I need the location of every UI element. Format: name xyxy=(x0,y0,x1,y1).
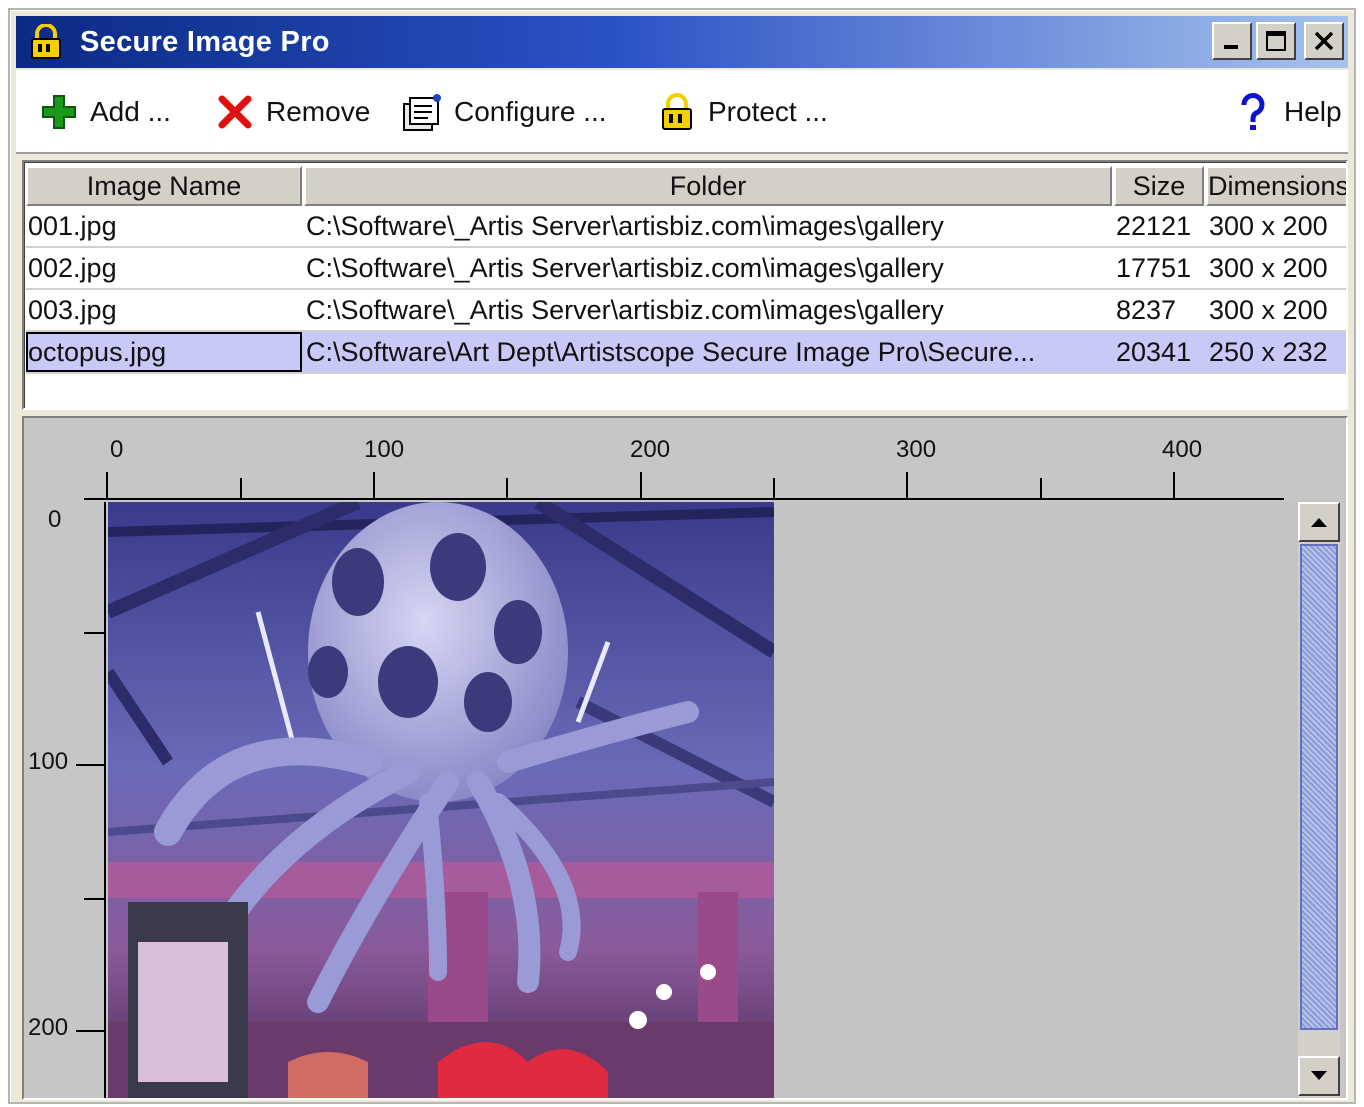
ruler-label: 0 xyxy=(110,436,124,463)
cell-size: 22121 xyxy=(1116,211,1192,241)
maximize-icon xyxy=(1266,31,1286,51)
plus-icon xyxy=(38,91,80,133)
cell-size: 20341 xyxy=(1116,337,1192,367)
ruler-tick xyxy=(640,472,642,500)
scroll-down-button[interactable] xyxy=(1298,1056,1340,1096)
ruler-tick xyxy=(240,478,242,500)
cell-dimensions: 250 x 232 xyxy=(1209,337,1328,367)
window-title: Secure Image Pro xyxy=(80,25,330,58)
cell-dimensions: 300 x 200 xyxy=(1209,253,1328,283)
x-icon xyxy=(214,91,256,133)
arrow-down-icon xyxy=(1311,1071,1327,1080)
ruler-tick xyxy=(1173,472,1175,500)
ruler-label: 200 xyxy=(630,436,671,463)
octopus-image[interactable] xyxy=(108,502,774,1098)
cell-folder: C:\Software\_Artis Server\artisbiz.com\i… xyxy=(306,211,944,241)
cell-folder: C:\Software\Art Dept\Artistscope Secure … xyxy=(306,337,1036,367)
table-row-selected[interactable]: octopus.jpg C:\Software\Art Dept\Artists… xyxy=(26,332,1346,374)
table-row[interactable]: 003.jpg C:\Software\_Artis Server\artisb… xyxy=(26,290,1346,332)
ruler-tick xyxy=(84,898,106,900)
close-button[interactable] xyxy=(1304,22,1344,60)
cell-size: 8237 xyxy=(1116,295,1177,325)
app-window: Secure Image Pro Add ... Remove Configur… xyxy=(8,8,1356,1104)
image-preview-pane: 0 100 200 300 400 0 100 200 xyxy=(22,416,1348,1100)
document-gear-icon xyxy=(402,91,444,133)
padlock-icon xyxy=(656,91,698,133)
protect-label: Protect ... xyxy=(708,96,828,127)
add-label: Add ... xyxy=(90,96,171,127)
configure-button[interactable]: Configure ... xyxy=(402,90,607,134)
horizontal-ruler: 0 100 200 300 400 xyxy=(24,418,1346,502)
cell-dimensions: 300 x 200 xyxy=(1209,211,1328,241)
ruler-tick xyxy=(773,478,775,500)
help-button[interactable]: Help xyxy=(1232,90,1342,134)
ruler-tick xyxy=(76,764,106,766)
cell-image-name: 003.jpg xyxy=(28,295,117,325)
preview-canvas xyxy=(108,502,1308,1098)
ruler-tick xyxy=(506,478,508,500)
cell-image-name: octopus.jpg xyxy=(26,332,302,372)
table-row[interactable]: 001.jpg C:\Software\_Artis Server\artisb… xyxy=(26,206,1346,248)
remove-label: Remove xyxy=(266,96,371,127)
table-row[interactable]: 002.jpg C:\Software\_Artis Server\artisb… xyxy=(26,248,1346,290)
ruler-label: 400 xyxy=(1162,436,1203,463)
close-icon xyxy=(1314,31,1334,51)
ruler-tick xyxy=(906,472,908,500)
column-header-dimensions[interactable]: Dimensions xyxy=(1206,166,1346,206)
ruler-tick xyxy=(106,472,108,500)
cell-size: 17751 xyxy=(1116,253,1192,283)
cell-folder: C:\Software\_Artis Server\artisbiz.com\i… xyxy=(306,295,944,325)
vertical-scrollbar[interactable] xyxy=(1298,502,1340,1098)
padlock-icon xyxy=(26,22,66,62)
ruler-label: 100 xyxy=(28,748,69,775)
maximize-button[interactable] xyxy=(1256,22,1296,60)
ruler-tick xyxy=(84,632,106,634)
ruler-label: 300 xyxy=(896,436,937,463)
add-button[interactable]: Add ... xyxy=(38,90,171,134)
ruler-tick xyxy=(373,472,375,500)
toolbar: Add ... Remove Configure ... Protect ...… xyxy=(16,70,1348,154)
title-bar[interactable]: Secure Image Pro xyxy=(16,16,1348,68)
question-icon xyxy=(1232,91,1274,133)
ruler-baseline xyxy=(84,498,1284,500)
cell-image-name: 001.jpg xyxy=(28,211,117,241)
vertical-ruler: 0 100 200 xyxy=(24,502,108,1098)
cell-dimensions: 300 x 200 xyxy=(1209,295,1328,325)
cell-folder: C:\Software\_Artis Server\artisbiz.com\i… xyxy=(306,253,944,283)
help-label: Help xyxy=(1284,96,1342,127)
column-header-folder[interactable]: Folder xyxy=(304,166,1112,206)
ruler-tick xyxy=(1040,478,1042,500)
table-header: Image Name Folder Size Dimensions xyxy=(26,166,1346,206)
ruler-label: 0 xyxy=(48,506,62,533)
ruler-label: 100 xyxy=(364,436,405,463)
arrow-up-icon xyxy=(1311,518,1327,527)
ruler-label: 200 xyxy=(28,1014,69,1041)
scroll-up-button[interactable] xyxy=(1298,502,1340,542)
ruler-baseline xyxy=(104,502,106,1098)
remove-button[interactable]: Remove xyxy=(214,90,370,134)
column-header-image-name[interactable]: Image Name xyxy=(26,166,302,206)
image-table: Image Name Folder Size Dimensions 001.jp… xyxy=(22,160,1348,410)
cell-image-name: 002.jpg xyxy=(28,253,117,283)
column-header-size[interactable]: Size xyxy=(1114,166,1204,206)
scroll-thumb[interactable] xyxy=(1300,544,1338,1030)
protect-button[interactable]: Protect ... xyxy=(656,90,828,134)
ruler-tick xyxy=(76,1030,106,1032)
configure-label: Configure ... xyxy=(454,96,607,127)
minimize-icon xyxy=(1224,45,1238,49)
window-controls xyxy=(1212,22,1344,60)
minimize-button[interactable] xyxy=(1212,22,1252,60)
